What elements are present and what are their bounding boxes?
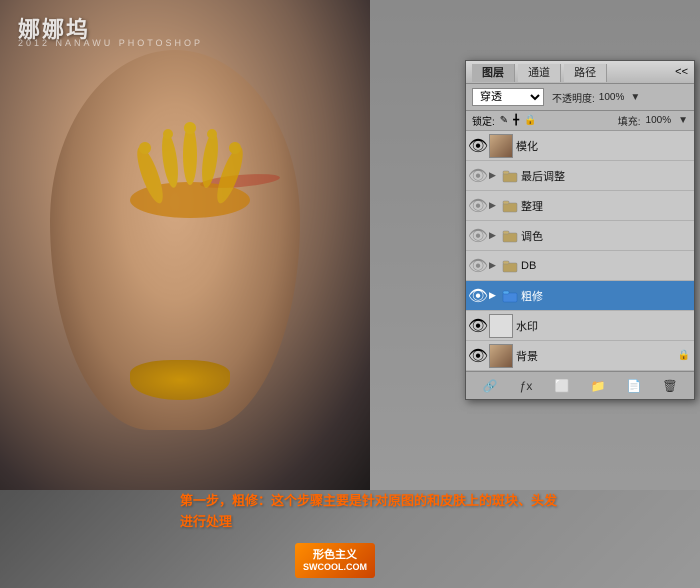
layer-name-cuxiu: 粗修 — [521, 288, 690, 304]
visibility-icon-mohua[interactable]: 👁 — [470, 138, 486, 154]
layer-item-zhengli[interactable]: 👁 ▶ 整理 — [466, 191, 694, 221]
visibility-icon-zhengli[interactable]: 👁 — [470, 198, 486, 214]
expand-arrow-zuihou[interactable]: ▶ — [489, 170, 499, 181]
fill-label: 填充: — [618, 113, 641, 128]
folder-icon-zhengli — [502, 199, 518, 213]
swcool-watermark: 形色主义 SWCOOL.COM — [295, 543, 375, 578]
panel-tabs-row: 图层 通道 路径 — [472, 64, 607, 80]
panel-footer: 🔗 ƒx ⬜ 📁 📄 🗑 — [466, 371, 694, 399]
lock-badge-beijing: 🔒 — [678, 350, 690, 361]
instruction-line2: 进行处理 — [180, 512, 557, 533]
opacity-value: 100% — [599, 92, 625, 103]
lips-area — [130, 360, 230, 400]
opacity-label: 不透明度: — [552, 90, 595, 105]
panel-titlebar: 图层 通道 路径 << — [466, 61, 694, 84]
expand-arrow-zhengli[interactable]: ▶ — [489, 200, 499, 211]
layer-item-cuxiu[interactable]: 👁 ▶ 粗修 — [466, 281, 694, 311]
layer-name-zuihou: 最后调整 — [521, 168, 690, 184]
tab-layers[interactable]: 图层 — [472, 64, 515, 82]
portrait-photo — [0, 0, 380, 490]
visibility-icon-zuihou[interactable]: 👁 — [470, 168, 486, 184]
arrow-icon[interactable]: ▼ — [630, 92, 640, 103]
folder-icon-db — [502, 259, 518, 273]
delete-layer-btn[interactable]: 🗑 — [661, 377, 679, 395]
layers-panel: 图层 通道 路径 << 穿透 不透明度: 100% ▼ 锁定: ✎ ╋ 🔒 填充… — [465, 60, 695, 400]
expand-arrow-tiaose[interactable]: ▶ — [489, 230, 499, 241]
yellow-paint — [90, 120, 290, 240]
add-style-btn[interactable]: ƒx — [517, 377, 535, 395]
layer-name-tiaose: 调色 — [521, 228, 690, 244]
visibility-icon-shuiyin[interactable]: 👁 — [470, 318, 486, 334]
layer-thumb-shuiyin — [489, 314, 513, 338]
panel-controls: 穿透 不透明度: 100% ▼ — [466, 84, 694, 111]
layer-item-beijing[interactable]: 👁 背景 🔒 — [466, 341, 694, 371]
lock-edit-icon[interactable]: ✎ — [500, 115, 508, 126]
instruction-line1: 第一步，粗修：这个步骤主要是针对原图的和皮肤上的斑块、头发 — [180, 491, 557, 512]
lock-move-icon[interactable]: ╋ — [513, 115, 519, 126]
visibility-icon-db[interactable]: 👁 — [470, 258, 486, 274]
layer-name-zhengli: 整理 — [521, 198, 690, 214]
panel-collapse-btn[interactable]: << — [675, 66, 688, 78]
tab-paths[interactable]: 路径 — [564, 64, 607, 82]
lock-row: 锁定: ✎ ╋ 🔒 填充: 100% ▼ — [466, 111, 694, 131]
layer-item-tiaose[interactable]: 👁 ▶ 调色 — [466, 221, 694, 251]
main-canvas: 娜娜坞 2012 NANAWU PHOTOSHOP 图层 通道 路径 << 穿透… — [0, 0, 700, 588]
swcool-text: 形色主义 SWCOOL.COM — [303, 548, 367, 574]
layer-item-zuihou[interactable]: 👁 ▶ 最后调整 — [466, 161, 694, 191]
expand-arrow-cuxiu[interactable]: ▶ — [489, 290, 499, 301]
fill-arrow-icon[interactable]: ▼ — [678, 115, 688, 126]
layer-name-db: DB — [521, 260, 690, 272]
new-group-btn[interactable]: 📁 — [589, 377, 607, 395]
link-layers-btn[interactable]: 🔗 — [481, 377, 499, 395]
layer-item-db[interactable]: 👁 ▶ DB — [466, 251, 694, 281]
layers-list: 👁 模化 👁 ▶ 最后调整 👁 ▶ — [466, 131, 694, 371]
layer-name-shuiyin: 水印 — [516, 318, 690, 334]
folder-icon-zuihou — [502, 169, 518, 183]
layer-name-mohua: 模化 — [516, 138, 690, 154]
visibility-icon-beijing[interactable]: 👁 — [470, 348, 486, 364]
add-mask-btn[interactable]: ⬜ — [553, 377, 571, 395]
layer-thumb-beijing — [489, 344, 513, 368]
folder-icon-cuxiu — [502, 289, 518, 303]
blend-mode-select[interactable]: 穿透 — [472, 88, 544, 106]
tab-channels[interactable]: 通道 — [518, 64, 561, 82]
layer-thumb-mohua — [489, 134, 513, 158]
layer-name-beijing: 背景 — [516, 348, 675, 364]
instruction-text: 第一步，粗修：这个步骤主要是针对原图的和皮肤上的斑块、头发 进行处理 — [180, 491, 557, 533]
layer-item-mohua[interactable]: 👁 模化 — [466, 131, 694, 161]
lock-all-icon[interactable]: 🔒 — [524, 115, 536, 126]
folder-icon-tiaose — [502, 229, 518, 243]
fill-value: 100% — [646, 115, 672, 126]
visibility-icon-cuxiu[interactable]: 👁 — [470, 288, 486, 304]
visibility-icon-tiaose[interactable]: 👁 — [470, 228, 486, 244]
layer-item-shuiyin[interactable]: 👁 水印 — [466, 311, 694, 341]
expand-arrow-db[interactable]: ▶ — [489, 260, 499, 271]
brand-subtitle: 2012 NANAWU PHOTOSHOP — [18, 38, 203, 48]
new-layer-btn[interactable]: 📄 — [625, 377, 643, 395]
lock-label: 锁定: — [472, 113, 495, 128]
